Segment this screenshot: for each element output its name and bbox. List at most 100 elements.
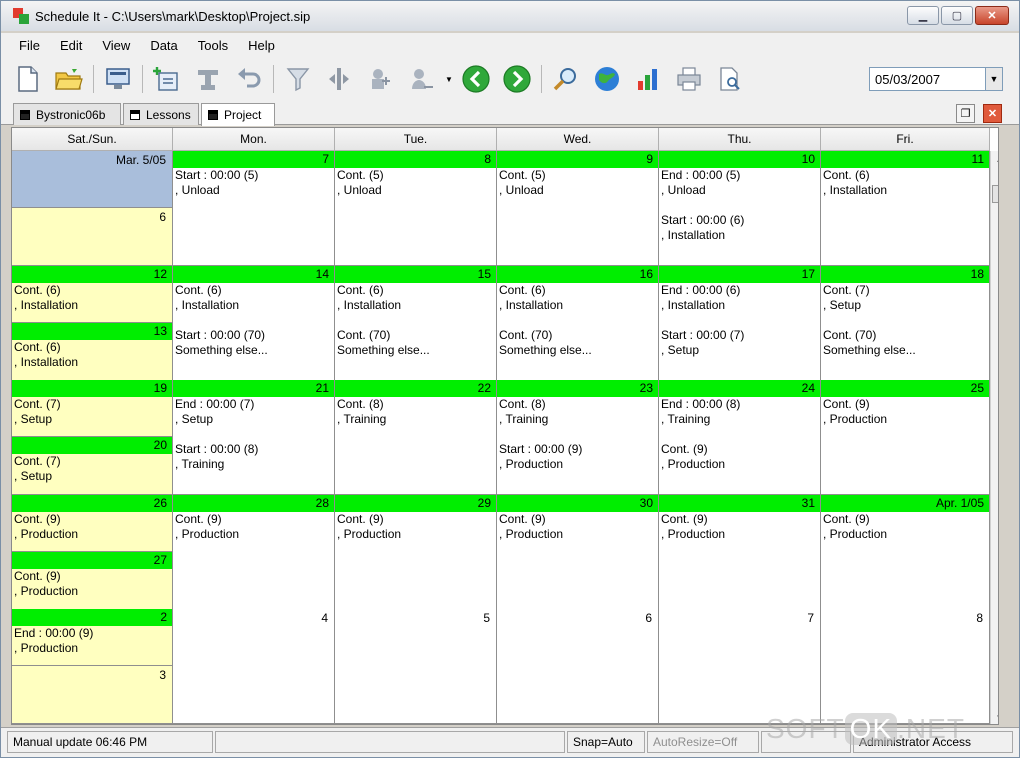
schedule-entry[interactable]: , Unload [175, 183, 220, 198]
menu-edit[interactable]: Edit [50, 36, 92, 55]
calendar-day-cell[interactable]: 5 [335, 609, 497, 724]
calendar-day-cell[interactable]: 29 Cont. (9), Production [335, 495, 497, 610]
snap-status[interactable]: Snap=Auto [567, 731, 645, 753]
schedule-entry[interactable]: , Production [14, 527, 78, 542]
scroll-up-icon[interactable]: ▲ [991, 151, 998, 168]
schedule-entry[interactable]: Start : 00:00 (7) [661, 328, 744, 343]
globe-icon[interactable] [590, 62, 624, 96]
calendar-day-cell[interactable]: Apr. 1/05 Cont. (9), Production [821, 495, 990, 610]
menu-help[interactable]: Help [238, 36, 285, 55]
schedule-entry[interactable]: , Training [499, 412, 548, 427]
menu-view[interactable]: View [92, 36, 140, 55]
schedule-entry[interactable]: Cont. (8) [499, 397, 546, 412]
schedule-entry[interactable]: , Installation [661, 228, 725, 243]
schedule-entry[interactable]: , Installation [337, 298, 401, 313]
print-icon[interactable] [672, 62, 706, 96]
open-folder-icon[interactable] [52, 62, 86, 96]
close-button[interactable]: ✕ [975, 6, 1009, 25]
schedule-entry[interactable]: , Production [14, 584, 78, 599]
autoresize-status[interactable]: AutoResize=Off [647, 731, 759, 753]
vertical-scrollbar[interactable]: ▲ ▼ [990, 151, 998, 724]
minimize-button[interactable]: ▁ [907, 6, 939, 25]
schedule-entry[interactable]: , Production [661, 527, 725, 542]
schedule-entry[interactable]: End : 00:00 (7) [175, 397, 254, 412]
schedule-entry[interactable]: , Installation [14, 298, 78, 313]
maximize-button[interactable]: ▢ [941, 6, 973, 25]
schedule-entry[interactable]: , Setup [14, 412, 52, 427]
calendar-day-cell[interactable]: 3 [12, 666, 173, 724]
calendar-day-cell[interactable]: 28 Cont. (9), Production [173, 495, 335, 610]
schedule-entry[interactable]: , Production [337, 527, 401, 542]
schedule-entry[interactable]: , Unload [337, 183, 382, 198]
calendar-day-cell[interactable]: 19 Cont. (7), Setup [12, 380, 173, 437]
calendar-day-cell[interactable]: 27 Cont. (9), Production [12, 552, 173, 610]
schedule-entry[interactable]: Cont. (70) [337, 328, 390, 343]
calendar-day-cell[interactable]: 10 End : 00:00 (5), Unload Start : 00:00 (… [659, 151, 821, 266]
calendar-day-cell[interactable]: 24 End : 00:00 (8), Training Cont. (9), Pr… [659, 380, 821, 495]
schedule-entry[interactable]: , Production [661, 457, 725, 472]
schedule-entry[interactable]: Something else... [823, 343, 916, 358]
schedule-entry[interactable]: Cont. (6) [337, 283, 384, 298]
schedule-entry[interactable]: Cont. (70) [823, 328, 876, 343]
schedule-entry[interactable]: Start : 00:00 (9) [499, 442, 582, 457]
schedule-entry[interactable]: End : 00:00 (9) [14, 626, 93, 641]
schedule-entry[interactable]: Cont. (9) [337, 512, 384, 527]
bar-chart-icon[interactable] [631, 62, 665, 96]
tab-lessons[interactable]: Lessons [123, 103, 199, 125]
schedule-entry[interactable]: , Production [823, 412, 887, 427]
schedule-entry[interactable]: Cont. (6) [175, 283, 222, 298]
calendar-day-cell[interactable]: 23 Cont. (8), Training Start : 00:00 (9), … [497, 380, 659, 495]
schedule-entry[interactable]: , Production [823, 527, 887, 542]
schedule-entry[interactable]: Cont. (9) [661, 512, 708, 527]
schedule-entry[interactable]: End : 00:00 (5) [661, 168, 740, 183]
menu-file[interactable]: File [9, 36, 50, 55]
schedule-entry[interactable]: , Unload [661, 183, 706, 198]
calendar-day-cell[interactable]: Mar. 5/05 [12, 151, 173, 208]
schedule-entry[interactable]: , Setup [661, 343, 699, 358]
schedule-entry[interactable]: Cont. (6) [499, 283, 546, 298]
schedule-entry[interactable]: Cont. (7) [823, 283, 870, 298]
chevron-down-icon[interactable]: ▼ [985, 68, 1002, 90]
schedule-entry[interactable]: Cont. (9) [14, 569, 61, 584]
schedule-entry[interactable]: Cont. (9) [175, 512, 222, 527]
schedule-entry[interactable]: End : 00:00 (6) [661, 283, 740, 298]
tab-project[interactable]: Project [201, 103, 275, 126]
date-value[interactable]: 05/03/2007 [870, 72, 985, 87]
calendar-day-cell[interactable]: 20 Cont. (7), Setup [12, 437, 173, 495]
schedule-entry[interactable]: , Unload [499, 183, 544, 198]
schedule-entry[interactable]: Cont. (9) [823, 397, 870, 412]
resource-icon[interactable] [363, 62, 397, 96]
schedule-entry[interactable]: , Production [499, 457, 563, 472]
schedule-entry[interactable]: , Installation [14, 355, 78, 370]
schedule-entry[interactable]: , Production [175, 527, 239, 542]
schedule-entry[interactable]: Start : 00:00 (6) [661, 213, 744, 228]
zoom-icon[interactable] [549, 62, 583, 96]
calendar-day-cell[interactable]: 26 Cont. (9), Production [12, 495, 173, 552]
schedule-entry[interactable]: , Installation [175, 298, 239, 313]
calendar-day-cell[interactable]: 8 Cont. (5), Unload [335, 151, 497, 266]
link-tool-icon[interactable] [191, 62, 225, 96]
date-picker[interactable]: 05/03/2007 ▼ [869, 67, 1003, 91]
calendar-day-cell[interactable]: 7 Start : 00:00 (5), Unload [173, 151, 335, 266]
schedule-entry[interactable]: Start : 00:00 (5) [175, 168, 258, 183]
schedule-entry[interactable]: , Training [175, 457, 224, 472]
menu-data[interactable]: Data [140, 36, 187, 55]
calendar-day-cell[interactable]: 11 Cont. (6), Installation [821, 151, 990, 266]
schedule-entry[interactable]: Something else... [337, 343, 430, 358]
schedule-entry[interactable]: , Setup [14, 469, 52, 484]
menu-tools[interactable]: Tools [188, 36, 238, 55]
schedule-entry[interactable]: , Installation [499, 298, 563, 313]
scroll-thumb[interactable] [992, 185, 998, 203]
schedule-entry[interactable]: End : 00:00 (8) [661, 397, 740, 412]
print-preview-icon[interactable] [713, 62, 747, 96]
scroll-down-icon[interactable]: ▼ [991, 709, 998, 724]
calendar-day-cell[interactable]: 9 Cont. (5), Unload [497, 151, 659, 266]
schedule-entry[interactable]: , Installation [661, 298, 725, 313]
schedule-entry[interactable]: , Setup [823, 298, 861, 313]
schedule-entry[interactable]: Cont. (8) [337, 397, 384, 412]
forward-arrow-icon[interactable] [500, 62, 534, 96]
calendar-day-cell[interactable]: 12 Cont. (6), Installation [12, 266, 173, 323]
new-document-icon[interactable] [11, 62, 45, 96]
schedule-entry[interactable]: Cont. (6) [14, 283, 61, 298]
schedule-entry[interactable]: Cont. (5) [337, 168, 384, 183]
